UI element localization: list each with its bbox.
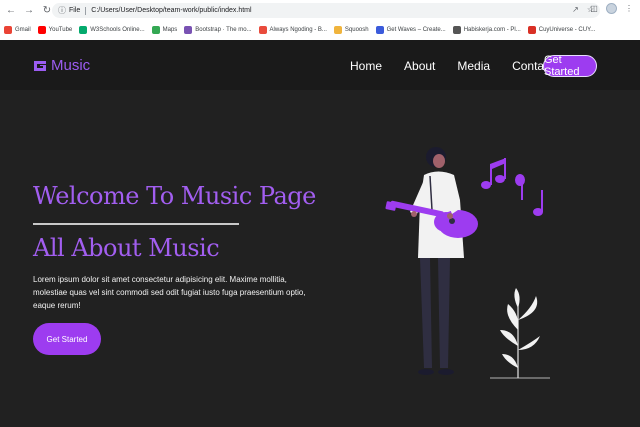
- bookmark-label: Gmail: [15, 27, 31, 33]
- nav-link-home[interactable]: Home: [350, 59, 382, 73]
- url-text[interactable]: C:/Users/User/Desktop/team-work/public/i…: [91, 7, 251, 14]
- music-notes-icon: [481, 158, 543, 216]
- bookmark-item[interactable]: Gmail: [4, 24, 31, 36]
- bookmark-item[interactable]: Habiskerja.com - Pl...: [452, 24, 521, 36]
- back-arrow-icon[interactable]: ←: [4, 3, 18, 17]
- info-icon[interactable]: ⓘ: [58, 5, 66, 16]
- bookmark-item[interactable]: Bootstrap · The mo...: [184, 24, 252, 36]
- bookmark-label: W3Schools Online...: [90, 27, 145, 33]
- logo-text: Music: [51, 57, 91, 74]
- profile-avatar[interactable]: [606, 3, 617, 14]
- bookmark-label: Squoosh: [344, 27, 369, 33]
- bookmark-item[interactable]: Get Waves – Create...: [375, 24, 446, 36]
- forward-arrow-icon[interactable]: →: [22, 3, 36, 17]
- bookmark-label: Always Ngoding - B...: [269, 27, 327, 33]
- omnibox-divider: [85, 6, 87, 15]
- protocol-label: File: [69, 7, 81, 14]
- youtube-icon: [37, 26, 46, 34]
- bookmark-label: Maps: [162, 27, 178, 33]
- bookmark-item[interactable]: YouTube: [37, 24, 73, 36]
- bookmark-label: YouTube: [48, 27, 73, 33]
- bookmark-item[interactable]: Maps: [151, 24, 178, 36]
- logo-icon: [34, 60, 46, 71]
- cuyuniverse-icon: [527, 26, 536, 34]
- get-waves-icon: [375, 26, 384, 34]
- site-header: Music Home About Media Contact Get Start…: [0, 40, 640, 90]
- w3schools-icon: [79, 26, 88, 34]
- always-ngoding-icon: [258, 26, 267, 34]
- address-row: ← → ↻ ⓘ File C:/Users/User/Desktop/team-…: [0, 0, 640, 20]
- hero-paragraph: Lorem ipsum dolor sit amet consectetur a…: [33, 275, 306, 310]
- bookmark-label: Get Waves – Create...: [386, 27, 446, 33]
- squoosh-icon: [333, 26, 342, 34]
- music-site: Music Home About Media Contact Get Start…: [0, 40, 640, 427]
- gmail-icon: [4, 26, 12, 34]
- maps-icon: [151, 26, 160, 34]
- bookmark-label: CuyUniverse - CUY...: [538, 27, 596, 33]
- bootstrap-icon: [184, 26, 193, 34]
- hero-get-started-button[interactable]: Get Started: [33, 323, 101, 355]
- nav-link-about[interactable]: About: [404, 59, 435, 73]
- menu-kebab-icon[interactable]: ⋮: [624, 4, 634, 14]
- hero-divider: [33, 223, 239, 225]
- nav-link-media[interactable]: Media: [457, 59, 490, 73]
- bookmark-item[interactable]: Squoosh: [333, 24, 369, 36]
- hero-subtitle: All About Music: [33, 234, 220, 262]
- address-bar[interactable]: ⓘ File C:/Users/User/Desktop/team-work/p…: [52, 3, 600, 18]
- header-get-started-button[interactable]: Get Started: [543, 54, 597, 78]
- share-icon[interactable]: ↗: [572, 5, 579, 14]
- bookmark-item[interactable]: Always Ngoding - B...: [258, 24, 327, 36]
- bookmark-label: Bootstrap · The mo...: [195, 27, 252, 33]
- plant-icon: [490, 288, 550, 379]
- browser-chrome: ← → ↻ ⓘ File C:/Users/User/Desktop/team-…: [0, 0, 640, 40]
- site-logo[interactable]: Music: [32, 57, 90, 74]
- hero-title: Welcome To Music Page: [33, 182, 316, 210]
- bookmark-item[interactable]: W3Schools Online...: [79, 24, 145, 36]
- side-panel-icon[interactable]: ◫: [589, 4, 599, 14]
- main-nav: Home About Media Contact: [350, 59, 575, 73]
- habiskerja-icon: [452, 26, 461, 34]
- bookmarks-bar: Gmail YouTube W3Schools Online... Maps Boots…: [0, 22, 640, 38]
- bookmark-label: Habiskerja.com - Pl...: [463, 27, 521, 33]
- bookmark-item[interactable]: CuyUniverse - CUY...: [527, 24, 596, 36]
- guitarist-illustration: [385, 147, 550, 379]
